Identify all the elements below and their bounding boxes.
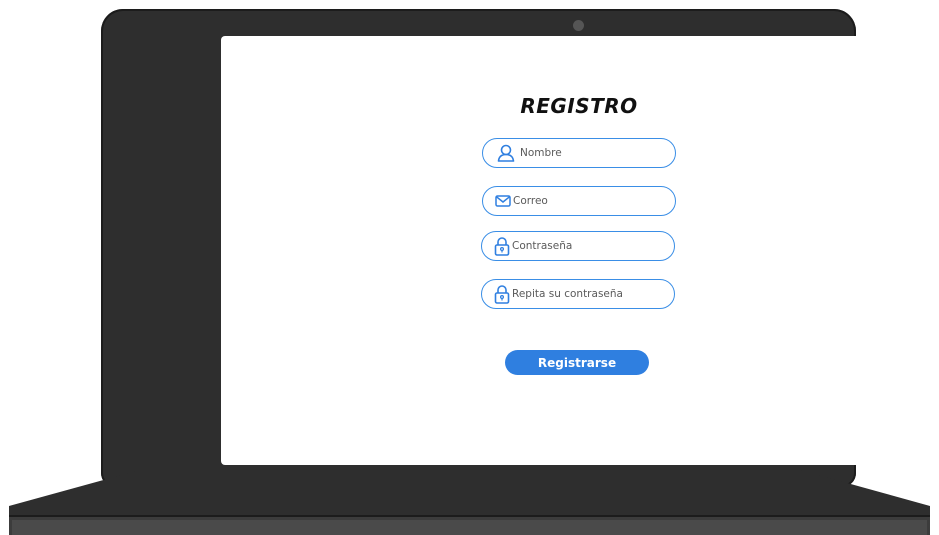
user-icon (495, 142, 517, 164)
lock-icon (494, 285, 510, 304)
envelope-icon (495, 193, 511, 209)
register-button[interactable]: Registrarse (505, 350, 649, 375)
webcam (573, 20, 584, 31)
lock-icon (494, 237, 510, 256)
laptop-screen: REGISTRO Nombre Correo Registrarse (221, 36, 937, 465)
password-field[interactable] (481, 231, 675, 261)
confirm-password-field[interactable] (481, 279, 675, 309)
email-input[interactable] (513, 195, 663, 207)
name-input[interactable] (520, 147, 670, 159)
email-field[interactable] (482, 186, 676, 216)
name-field[interactable] (482, 138, 676, 168)
password-input[interactable] (512, 240, 662, 252)
laptop-lid: REGISTRO Nombre Correo Registrarse (101, 9, 937, 487)
page-title: REGISTRO (520, 94, 638, 118)
laptop-base (9, 470, 930, 535)
confirm-password-input[interactable] (512, 288, 662, 300)
laptop-mockup: REGISTRO Nombre Correo Registrarse (0, 0, 939, 535)
